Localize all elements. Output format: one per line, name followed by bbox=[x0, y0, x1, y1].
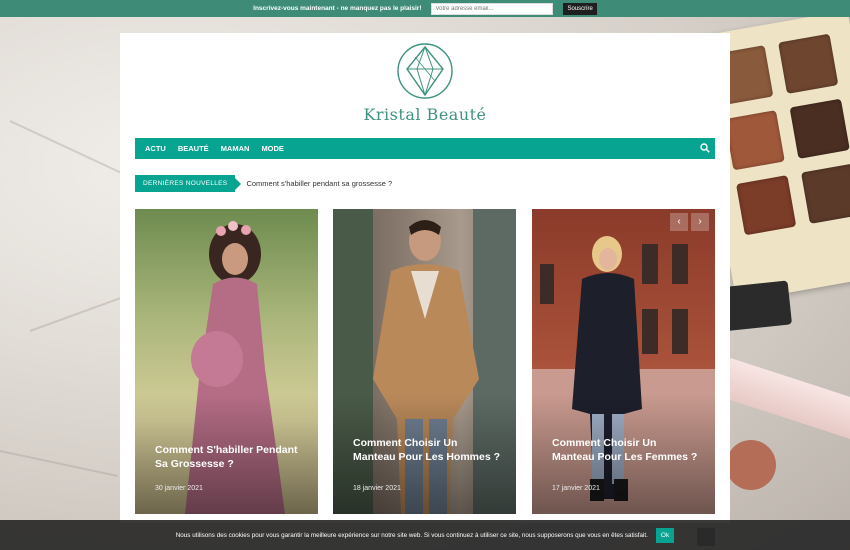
newsletter-text: Inscrivez-vous maintenant - ne manquez p… bbox=[253, 5, 422, 12]
card-date: 30 janvier 2021 bbox=[155, 485, 203, 492]
featured-card[interactable]: Comment S'habiller Pendant Sa Grossesse … bbox=[135, 209, 318, 514]
site-logo[interactable]: Kristal Beauté bbox=[360, 41, 490, 124]
cookie-text: Nous utilisons des cookies pour vous gar… bbox=[175, 531, 648, 539]
search-icon[interactable] bbox=[700, 143, 710, 153]
nav-item-actu[interactable]: ACTU bbox=[139, 138, 172, 159]
ticker-headline-link[interactable]: Comment s'habiller pendant sa grossesse … bbox=[246, 179, 392, 188]
main-container: Kristal Beauté ACTU BEAUTÉ MAMAN MODE De… bbox=[120, 33, 730, 546]
ticker-label: Dernières Nouvelles bbox=[135, 175, 242, 192]
nav-item-mode[interactable]: MODE bbox=[255, 138, 290, 159]
powder-image bbox=[726, 440, 776, 490]
mascara-tube-image bbox=[712, 356, 850, 444]
newsletter-bar: Inscrivez-vous maintenant - ne manquez p… bbox=[0, 0, 850, 17]
slider-prev-button[interactable]: ‹ bbox=[670, 213, 688, 231]
cookie-consent-bar: Nous utilisons des cookies pour vous gar… bbox=[0, 520, 850, 550]
card-title[interactable]: Comment Choisir Un Manteau Pour Les Homm… bbox=[353, 437, 502, 464]
site-name: Kristal Beauté bbox=[363, 105, 487, 124]
slider-next-button[interactable]: › bbox=[691, 213, 709, 231]
main-navigation: ACTU BEAUTÉ MAMAN MODE bbox=[135, 138, 715, 159]
featured-card[interactable]: Comment Choisir Un Manteau Pour Les Femm… bbox=[532, 209, 715, 514]
card-title[interactable]: Comment S'habiller Pendant Sa Grossesse … bbox=[155, 444, 304, 471]
subscribe-button[interactable]: Souscrire bbox=[563, 2, 597, 15]
breaking-news-ticker: Dernières Nouvelles Comment s'habiller p… bbox=[135, 175, 392, 192]
card-title[interactable]: Comment Choisir Un Manteau Pour Les Femm… bbox=[552, 437, 701, 464]
featured-card[interactable]: Comment Choisir Un Manteau Pour Les Homm… bbox=[333, 209, 516, 514]
newsletter-email-input[interactable] bbox=[431, 2, 554, 15]
card-date: 17 janvier 2021 bbox=[552, 485, 600, 492]
crystal-logo-icon bbox=[397, 43, 453, 99]
featured-slider: Comment S'habiller Pendant Sa Grossesse … bbox=[135, 209, 715, 514]
cookie-ok-button[interactable]: Ok bbox=[655, 527, 675, 543]
card-date: 18 janvier 2021 bbox=[353, 485, 401, 492]
nav-item-beaute[interactable]: BEAUTÉ bbox=[172, 138, 215, 159]
nav-item-maman[interactable]: MAMAN bbox=[215, 138, 256, 159]
